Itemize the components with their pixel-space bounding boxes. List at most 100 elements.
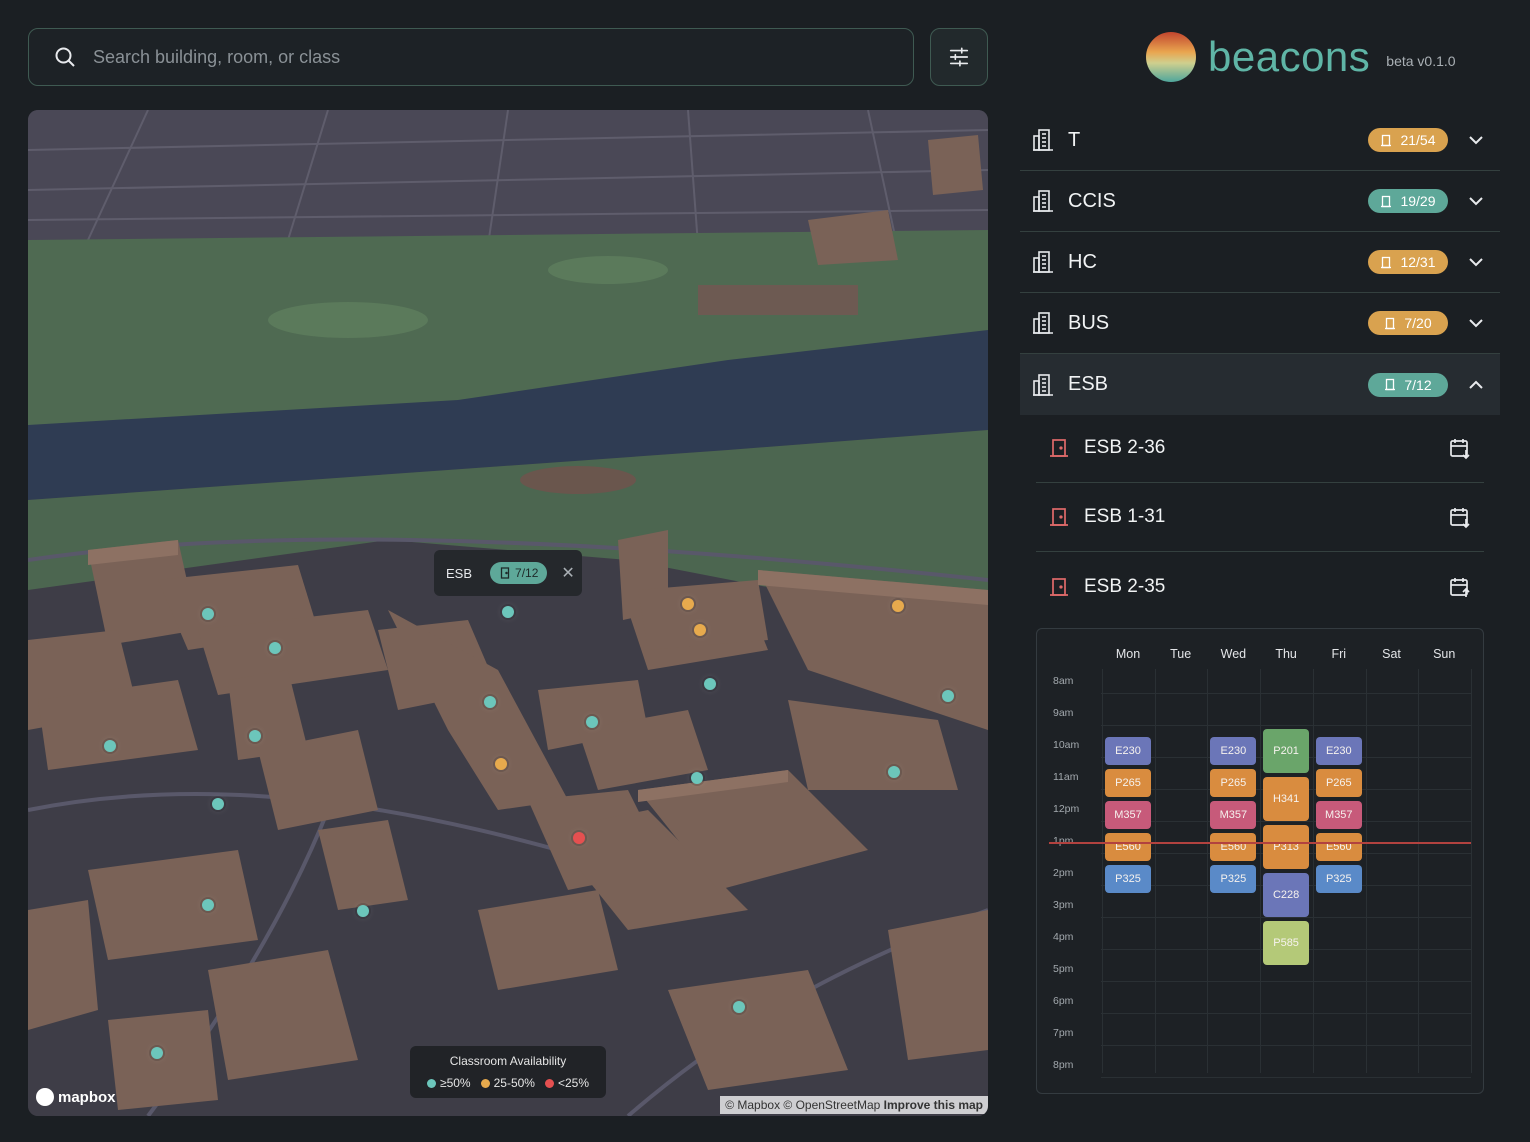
schedule-grid-line (1101, 1077, 1471, 1078)
map-pin[interactable] (733, 1001, 745, 1013)
schedule-event[interactable]: P325 (1210, 865, 1257, 893)
schedule-event[interactable]: P325 (1315, 865, 1362, 893)
schedule-event[interactable]: P313 (1263, 825, 1310, 869)
schedule-hour-label: 3pm (1053, 899, 1074, 911)
building-row[interactable]: CCIS 19/29 (1020, 171, 1500, 232)
schedule-day-header: Wed (1220, 647, 1247, 661)
map-pin[interactable] (694, 624, 706, 636)
room-row[interactable]: ESB 1-31 (1036, 483, 1484, 552)
schedule-event[interactable]: P265 (1315, 769, 1362, 797)
sliders-icon (949, 47, 969, 67)
schedule-hour-label: 8pm (1053, 1059, 1074, 1071)
building-icon (1033, 190, 1053, 212)
map-pin[interactable] (892, 600, 904, 612)
chevron-down-icon[interactable] (1468, 318, 1484, 328)
schedule-event[interactable]: E560 (1105, 833, 1151, 861)
chevron-up-icon[interactable] (1468, 380, 1484, 390)
schedule-event[interactable]: C228 (1263, 873, 1310, 917)
door-icon (1381, 256, 1392, 268)
search-icon (55, 47, 75, 67)
improve-map-link[interactable]: Improve this map (884, 1098, 983, 1112)
schedule-day-header: Tue (1170, 647, 1192, 661)
map-pin[interactable] (502, 606, 514, 618)
schedule-hour-label: 5pm (1053, 963, 1074, 975)
building-row-expanded[interactable]: ESB 7/12 (1020, 354, 1500, 415)
map-legend: Classroom Availability ≥50% 25-50% <25% (410, 1046, 606, 1098)
calendar-up-icon[interactable] (1448, 575, 1472, 599)
availability-badge: 19/29 (1368, 189, 1448, 213)
app-title: beacons (1208, 33, 1371, 80)
map-pin[interactable] (691, 772, 703, 784)
building-name: ESB (1068, 373, 1109, 395)
door-icon (1381, 134, 1392, 146)
schedule-event[interactable]: H341 (1263, 777, 1310, 821)
map-pin[interactable] (573, 832, 585, 844)
schedule-event[interactable]: E230 (1315, 737, 1362, 765)
map-pin[interactable] (151, 1047, 163, 1059)
schedule-event[interactable]: P325 (1105, 865, 1151, 893)
building-row[interactable]: T 21/54 (1020, 110, 1500, 171)
map-pin[interactable] (357, 905, 369, 917)
legend-title: Classroom Availability (449, 1054, 567, 1068)
schedule-hour-label: 6pm (1053, 995, 1074, 1007)
close-icon[interactable]: ✕ (561, 563, 574, 583)
building-name: CCIS (1068, 189, 1116, 212)
brand: beacons beta v0.1.0 (1146, 32, 1456, 82)
schedule-grid-line (1101, 917, 1471, 918)
building-row[interactable]: BUS 7/20 (1020, 293, 1500, 354)
schedule-event[interactable]: E560 (1315, 833, 1362, 861)
campus-map[interactable]: ESB 7/12 ✕ Classroom Availability ≥50% 2… (28, 110, 988, 1116)
schedule-event[interactable]: M357 (1315, 801, 1362, 829)
calendar-down-icon[interactable] (1448, 436, 1472, 460)
map-pin[interactable] (484, 696, 496, 708)
search-input[interactable] (93, 46, 853, 68)
schedule-event[interactable]: P201 (1263, 729, 1310, 773)
map-pin[interactable] (269, 642, 281, 654)
map-pin[interactable] (495, 758, 507, 770)
availability-badge: 7/12 (1368, 372, 1448, 397)
schedule-event[interactable]: M357 (1210, 801, 1257, 829)
door-icon (1385, 317, 1396, 329)
schedule-event[interactable]: P585 (1263, 921, 1310, 965)
schedule-grid-line (1101, 1013, 1471, 1014)
building-row[interactable]: HC 12/31 (1020, 232, 1500, 293)
schedule-grid-line (1101, 693, 1471, 694)
room-row[interactable]: ESB 2-35 (1036, 552, 1484, 621)
map-pin[interactable] (212, 798, 224, 810)
calendar-down-icon[interactable] (1448, 505, 1472, 529)
schedule-event[interactable]: M357 (1105, 801, 1151, 829)
chevron-down-icon[interactable] (1468, 257, 1484, 267)
legend-item: <25% (544, 1076, 589, 1090)
schedule-event[interactable]: E230 (1210, 737, 1257, 765)
map-pin[interactable] (202, 608, 214, 620)
filter-button[interactable] (930, 28, 988, 86)
chevron-down-icon[interactable] (1468, 196, 1484, 206)
schedule-grid-line (1101, 725, 1471, 726)
map-pin[interactable] (888, 766, 900, 778)
room-row[interactable]: ESB 2-36 (1036, 414, 1484, 483)
map-pin[interactable] (942, 690, 954, 702)
schedule-day-header: Sat (1382, 647, 1401, 661)
map-pin[interactable] (104, 740, 116, 752)
popup-availability-badge: 7/12 (490, 562, 548, 584)
schedule-event[interactable]: P265 (1105, 769, 1151, 797)
door-icon (1381, 195, 1392, 207)
schedule-hour-label: 2pm (1053, 867, 1074, 879)
map-attribution: © Mapbox © OpenStreetMap Improve this ma… (720, 1096, 988, 1114)
schedule-event[interactable]: E230 (1105, 737, 1151, 765)
chevron-down-icon[interactable] (1468, 135, 1484, 145)
map-pin[interactable] (682, 598, 694, 610)
schedule-day-header: Thu (1275, 647, 1297, 661)
schedule-event[interactable]: E560 (1210, 833, 1257, 861)
schedule-grid-line (1101, 981, 1471, 982)
map-pin[interactable] (249, 730, 261, 742)
map-pin[interactable] (202, 899, 214, 911)
legend-item: 25-50% (480, 1076, 535, 1090)
schedule-event[interactable]: P265 (1210, 769, 1257, 797)
building-name: T (1068, 128, 1081, 151)
mapbox-logo[interactable]: mapbox (36, 1088, 116, 1106)
map-pin[interactable] (586, 716, 598, 728)
schedule-day-header: Mon (1115, 647, 1141, 661)
schedule-hour-label: 10am (1053, 739, 1080, 751)
map-pin[interactable] (704, 678, 716, 690)
